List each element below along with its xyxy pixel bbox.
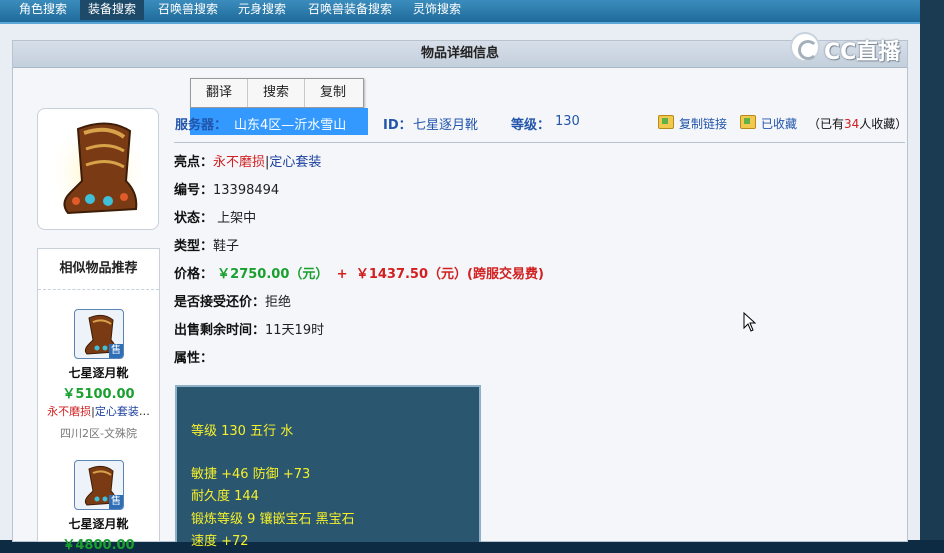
reco-item-2-thumb[interactable]: 售 [74,460,124,510]
menu-translate[interactable]: 翻译 [191,79,248,107]
menu-copy[interactable]: 复制 [305,79,361,107]
reco-item-1-thumb[interactable]: 售 [74,309,124,359]
favorited-button[interactable]: 已收藏 [740,115,797,132]
reco-item-1-tags: 永不磨损|定心套装… [38,403,159,419]
server-label: 服务器： [175,118,228,133]
price-row: 价格： ￥2750.00（元） + ￥1437.50（元）(跨服交易费) [174,265,544,285]
status-value: 上架中 [217,211,257,226]
window-right-edge [920,0,944,540]
fav-suffix: 人收藏） [859,117,908,131]
highlight-no-wear: 永不磨损 [213,155,266,170]
item-image [37,108,159,230]
tab-summon-search[interactable]: 召唤兽搜索 [150,0,226,20]
level-label: 等级： [511,118,551,133]
reco-item-2-price: ￥4800.00 [62,538,135,553]
number-label: 编号： [174,183,214,198]
attr-line-3: 耐久度 144 [191,489,259,504]
context-menu: 翻译 搜索 复制 [190,78,364,108]
reco-tag-set: 定心套装 [94,405,139,418]
price-label: 价格： [174,267,214,282]
attributes-label: 属性： [174,351,214,366]
copy-link-icon [658,115,674,129]
for-sale-badge: 售 [109,344,123,358]
time-value: 11天19时 [265,323,325,338]
number-value: 13398494 [213,183,280,198]
favorite-icon [740,115,756,129]
status-label: 状态： [174,211,214,226]
type-value: 鞋子 [213,239,240,254]
tab-role-search[interactable]: 角色搜索 [11,0,75,20]
highlight-set: 定心套装 [269,155,322,170]
attr-line-4: 锻炼等级 9 镶嵌宝石 黑宝石 [191,512,355,527]
mouse-cursor-icon [743,312,757,332]
attribute-box: 等级 130 五行 水 敏捷 +46 防御 +73 耐久度 144 锻炼等级 9… [175,385,481,549]
boot-icon [46,119,150,223]
panel-title: 物品详细信息 [13,41,907,68]
server-value: 山东4区—沂水雪山 [234,118,347,133]
cc-logo-icon [790,32,820,62]
attr-line-1: 等级 130 五行 水 [191,424,294,439]
price-main: ￥2750.00（元） [217,267,329,282]
time-label: 出售剩余时间： [174,323,266,338]
copy-link-label: 复制链接 [679,117,728,131]
reco-item-1-server: 四川2区-文殊院 [60,427,137,440]
bargain-row: 是否接受还价：拒绝 [174,293,291,313]
fav-prefix: （已有 [808,117,845,131]
type-label: 类型： [174,239,214,254]
number-row: 编号：13398494 [174,181,279,201]
attr-line-2: 敏捷 +46 防御 +73 [191,467,311,482]
status-row: 状态： 上架中 [174,209,256,229]
highlights-row: 亮点：永不磨损|定心套装 [174,153,321,173]
price-fee: ￥1437.50（元）(跨服交易费) [355,267,544,282]
price-plus: + [336,267,348,282]
watermark-text: CC直播 [824,40,901,65]
similar-items-panel: 相似物品推荐 售 七星逐月靴 ￥5100.00 永不磨损|定心套装… 四川2区-… [37,248,160,553]
fav-count-number: 34 [844,117,860,131]
menu-search[interactable]: 搜索 [248,79,305,107]
tab-accessory-search[interactable]: 灵饰搜索 [405,0,469,20]
id-label: ID： [383,118,412,133]
item-summary-bar: 服务器： 山东4区—沂水雪山 ID： 七星逐月靴 等级： 130 复制链接 已收… [174,108,907,143]
for-sale-badge: 售 [109,495,123,509]
time-row: 出售剩余时间：11天19时 [174,321,324,341]
reco-item-1-price: ￥5100.00 [62,387,135,402]
highlights-label: 亮点： [174,155,214,170]
reco-item-1-name[interactable]: 七星逐月靴 [38,364,159,381]
copy-link-button[interactable]: 复制链接 [658,115,727,132]
level-value: 130 [555,114,580,129]
type-row: 类型：鞋子 [174,237,239,257]
favorited-label: 已收藏 [761,117,798,131]
tab-equipment-search[interactable]: 装备搜索 [80,0,145,20]
bargain-label: 是否接受还价： [174,295,266,310]
bargain-value: 拒绝 [265,295,292,310]
id-value: 七星逐月靴 [413,118,479,133]
reco-tag-more: … [138,405,150,418]
favorite-count: （已有34人收藏） [808,115,907,132]
attributes-row: 属性： [174,349,213,369]
similar-items-title: 相似物品推荐 [38,249,159,290]
reco-tag-no-wear: 永不磨损 [47,405,92,418]
tab-summon-equipment-search[interactable]: 召唤兽装备搜索 [300,0,400,20]
top-nav: 角色搜索 装备搜索 召唤兽搜索 元身搜索 召唤兽装备搜索 灵饰搜索 [0,0,920,24]
reco-item-2-name[interactable]: 七星逐月靴 [38,515,159,532]
tab-yuanshen-search[interactable]: 元身搜索 [230,0,294,20]
